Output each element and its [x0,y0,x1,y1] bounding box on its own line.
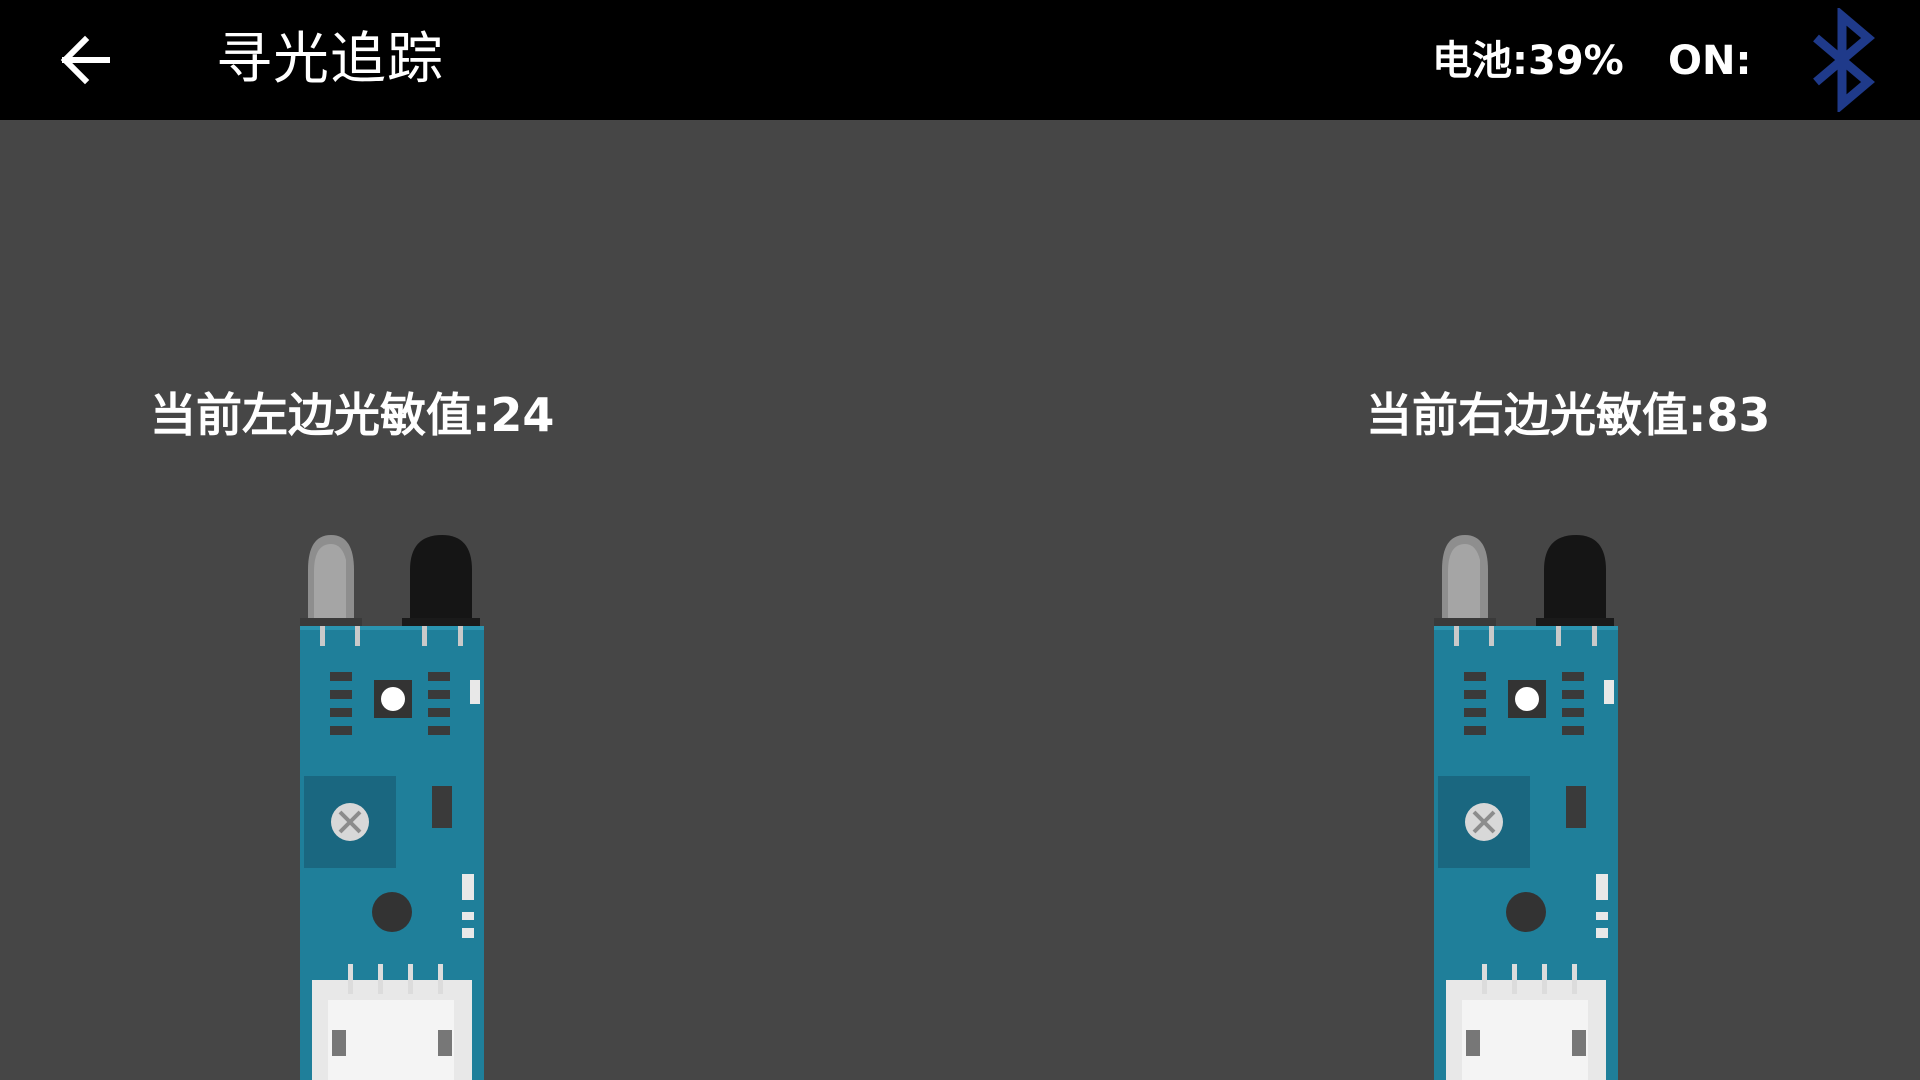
left-light-value: 当前左边光敏值:24 [150,388,555,442]
right-light-value: 当前右边光敏值:83 [1366,388,1771,442]
top-app-bar: 寻光追踪 电池:39% ON: [0,0,1920,120]
page-title: 寻光追踪 [216,27,444,92]
battery-status: 电池:39% [1432,38,1624,84]
connection-status: ON: [1668,38,1752,84]
left-sensor-image [300,535,484,1080]
arrow-left-icon [60,35,110,85]
bluetooth-button[interactable] [1806,6,1882,114]
back-button[interactable] [50,30,120,90]
right-sensor-image [1434,535,1618,1080]
bluetooth-icon [1813,6,1875,114]
